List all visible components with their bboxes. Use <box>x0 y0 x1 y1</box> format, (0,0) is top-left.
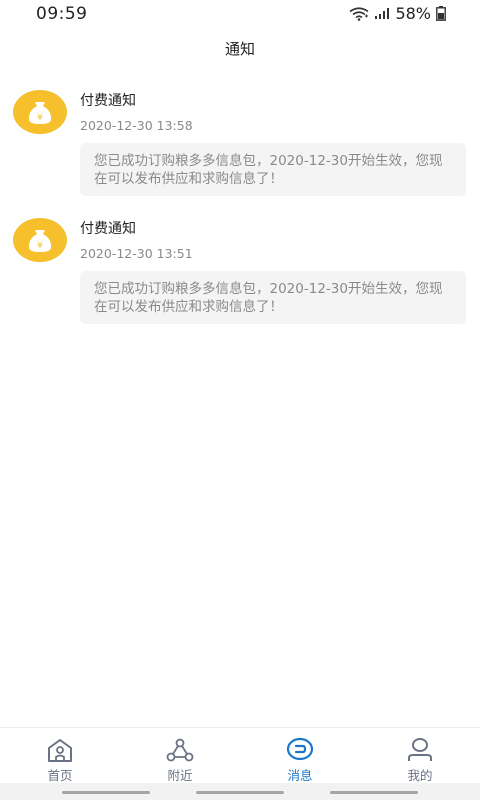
wifi-icon <box>349 6 369 21</box>
notification-body: 您已成功订购粮多多信息包，2020-12-30开始生效，您现在可以发布供应和求购… <box>80 271 466 324</box>
page-title: 通知 <box>224 40 255 58</box>
notification-title: 付费通知 <box>80 221 136 237</box>
tab-nearby-label: 附近 <box>167 768 193 783</box>
profile-icon <box>406 737 434 763</box>
message-icon <box>286 737 314 763</box>
notification-item[interactable]: ¥ 付费通知 2020-12-30 13:51 您已成功订购粮多多信息包，202… <box>0 208 480 336</box>
status-icons: 58% <box>349 4 446 23</box>
notification-item[interactable]: ¥ 付费通知 2020-12-30 13:58 您已成功订购粮多多信息包，202… <box>0 80 480 208</box>
money-bag-icon: ¥ <box>13 218 67 262</box>
notification-list: ¥ 付费通知 2020-12-30 13:58 您已成功订购粮多多信息包，202… <box>0 80 480 336</box>
tab-profile-label: 我的 <box>407 768 433 783</box>
gesture-handle <box>62 791 150 794</box>
money-bag-icon: ¥ <box>13 90 67 134</box>
status-time: 09:59 <box>36 4 88 24</box>
tab-home[interactable]: 首页 <box>0 728 120 784</box>
gesture-handle <box>330 791 418 794</box>
status-bar: 09:59 58% <box>0 0 480 28</box>
notification-time: 2020-12-30 13:51 <box>80 246 193 261</box>
battery-text: 58% <box>395 4 431 23</box>
battery-icon <box>436 6 446 21</box>
gesture-handle <box>196 791 284 794</box>
screen: 09:59 58% 通知 ¥ 付费通知 2020-12-30 13:58 您已成… <box>0 0 480 800</box>
tab-messages-label: 消息 <box>287 768 313 783</box>
notification-time: 2020-12-30 13:58 <box>80 118 193 133</box>
svg-text:¥: ¥ <box>37 113 43 123</box>
home-icon <box>46 737 74 763</box>
bottom-tab-bar: 首页 附近 消息 我的 <box>0 727 480 784</box>
page-header: 通知 <box>0 28 480 68</box>
gesture-bar <box>0 783 480 800</box>
tab-messages[interactable]: 消息 <box>240 728 360 784</box>
tab-profile[interactable]: 我的 <box>360 728 480 784</box>
signal-icon <box>374 7 390 20</box>
svg-text:¥: ¥ <box>37 241 43 251</box>
tab-nearby[interactable]: 附近 <box>120 728 240 784</box>
notification-body: 您已成功订购粮多多信息包，2020-12-30开始生效，您现在可以发布供应和求购… <box>80 143 466 196</box>
tab-home-label: 首页 <box>47 768 73 783</box>
nearby-icon <box>166 737 194 763</box>
notification-title: 付费通知 <box>80 93 136 109</box>
